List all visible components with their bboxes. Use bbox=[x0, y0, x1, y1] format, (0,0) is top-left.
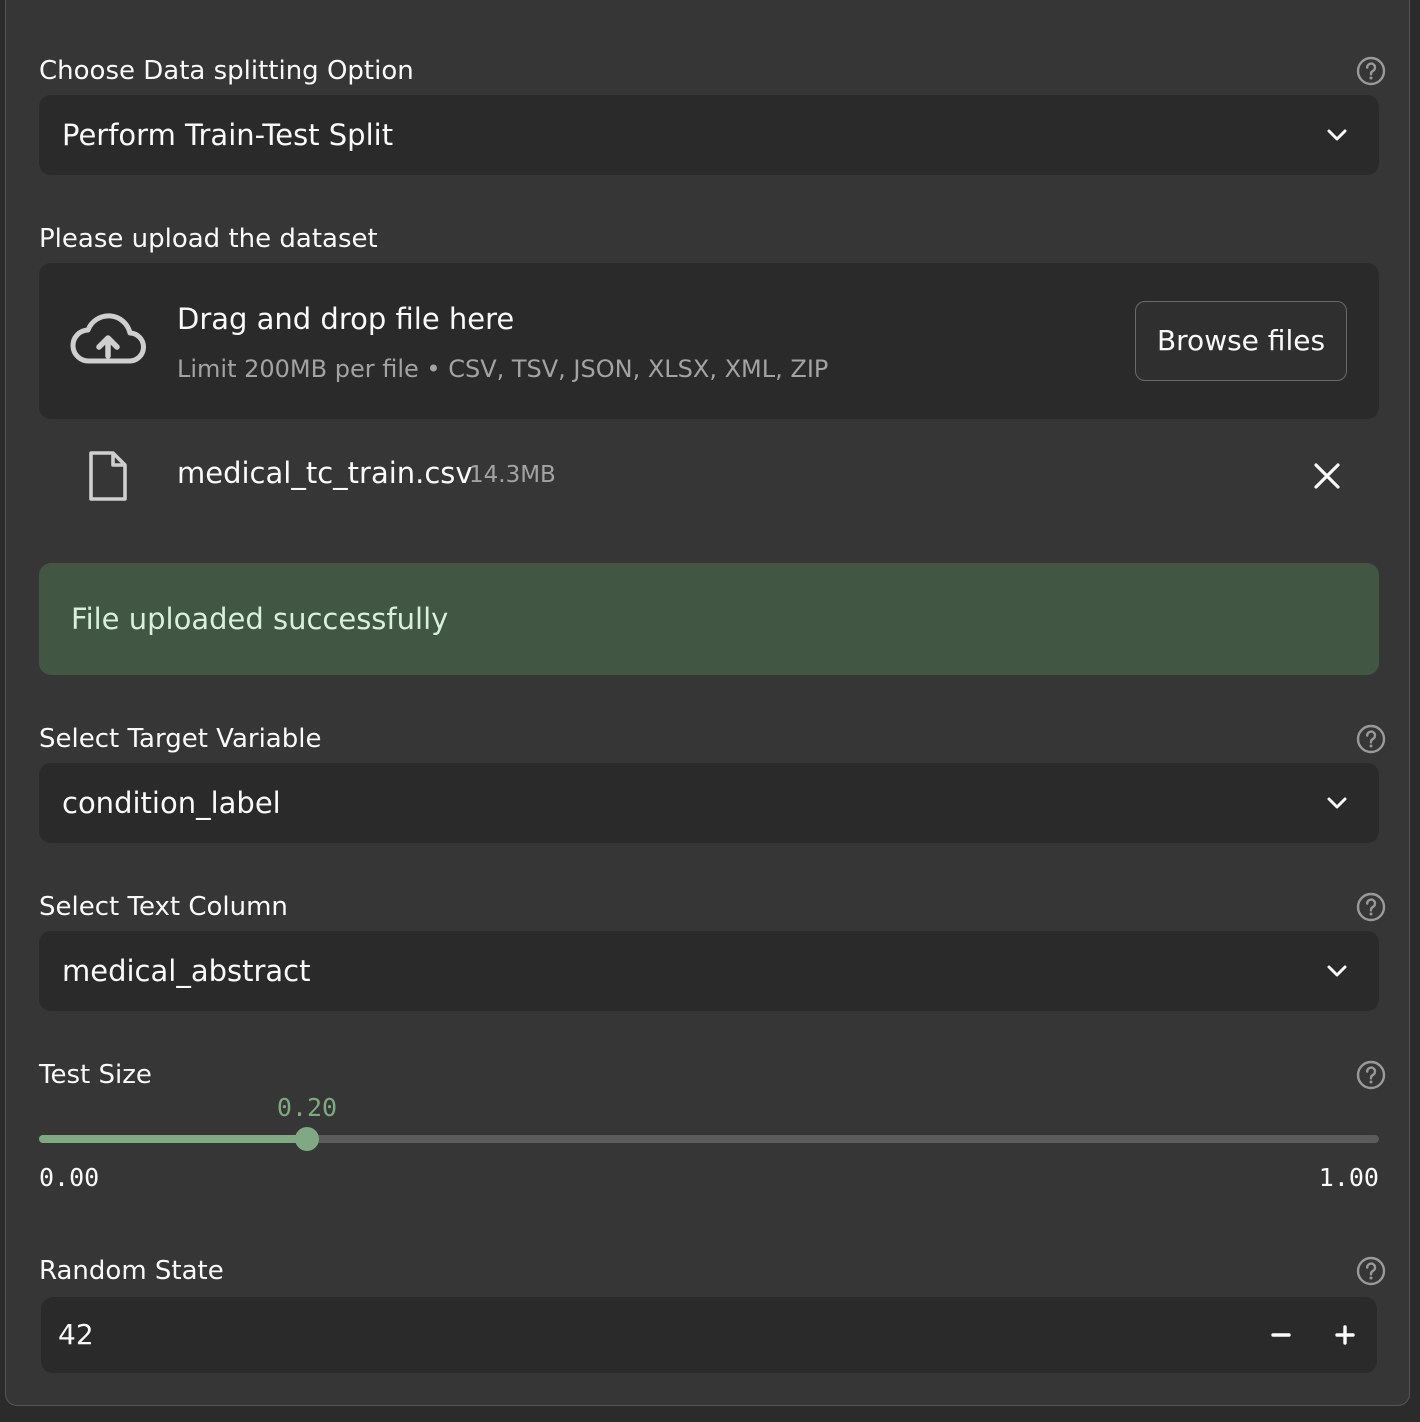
help-circle-icon[interactable] bbox=[1355, 55, 1387, 87]
slider-track-fill bbox=[39, 1135, 307, 1143]
browse-files-button[interactable]: Browse files bbox=[1135, 301, 1347, 381]
chevron-down-icon bbox=[1327, 965, 1347, 977]
split-option-label: Choose Data splitting Option bbox=[39, 56, 414, 86]
help-circle-icon[interactable] bbox=[1355, 891, 1387, 923]
uploaded-file-size: 14.3MB bbox=[469, 462, 556, 488]
file-icon bbox=[89, 451, 127, 501]
random-state-value[interactable]: 42 bbox=[58, 1297, 94, 1373]
upload-label: Please upload the dataset bbox=[39, 224, 378, 254]
minus-icon[interactable] bbox=[1261, 1315, 1301, 1355]
random-state-label-row: Random State bbox=[39, 1253, 1387, 1289]
text-column-select[interactable]: medical_abstract bbox=[39, 931, 1379, 1011]
close-icon[interactable] bbox=[1312, 461, 1342, 491]
text-column-value: medical_abstract bbox=[62, 954, 311, 988]
upload-success-text: File uploaded successfully bbox=[71, 602, 449, 636]
plus-icon[interactable] bbox=[1325, 1315, 1365, 1355]
test-size-value: 0.20 bbox=[276, 1093, 338, 1122]
form-panel: Choose Data splitting Option Perform Tra… bbox=[5, 0, 1410, 1406]
split-option-value: Perform Train-Test Split bbox=[62, 118, 394, 152]
file-dropzone[interactable]: Drag and drop file here Limit 200MB per … bbox=[39, 263, 1379, 419]
test-size-label-row: Test Size bbox=[39, 1057, 1387, 1093]
split-option-select[interactable]: Perform Train-Test Split bbox=[39, 95, 1379, 175]
dropzone-limits: Limit 200MB per file • CSV, TSV, JSON, X… bbox=[177, 355, 829, 383]
uploaded-file-row: medical_tc_train.csv 14.3MB bbox=[39, 441, 1379, 521]
dropzone-title: Drag and drop file here bbox=[177, 302, 515, 336]
chevron-down-icon bbox=[1327, 797, 1347, 809]
uploaded-file-name: medical_tc_train.csv bbox=[177, 456, 473, 490]
slider-min-label: 0.00 bbox=[39, 1163, 100, 1192]
test-size-label: Test Size bbox=[39, 1060, 152, 1090]
random-state-label: Random State bbox=[39, 1256, 224, 1286]
text-column-label: Select Text Column bbox=[39, 892, 288, 922]
slider-max-label: 1.00 bbox=[1318, 1163, 1379, 1192]
text-column-label-row: Select Text Column bbox=[39, 889, 1387, 925]
target-variable-value: condition_label bbox=[62, 786, 281, 820]
random-state-input[interactable]: 42 bbox=[41, 1297, 1377, 1373]
target-variable-label-row: Select Target Variable bbox=[39, 721, 1387, 757]
help-circle-icon[interactable] bbox=[1355, 1059, 1387, 1091]
test-size-slider[interactable]: 0.20 0.00 1.00 bbox=[39, 1091, 1379, 1201]
split-option-label-row: Choose Data splitting Option bbox=[39, 53, 1387, 89]
chevron-down-icon bbox=[1327, 129, 1347, 141]
target-variable-label: Select Target Variable bbox=[39, 724, 322, 754]
target-variable-select[interactable]: condition_label bbox=[39, 763, 1379, 843]
slider-track[interactable] bbox=[39, 1135, 1379, 1143]
slider-thumb[interactable] bbox=[295, 1127, 319, 1151]
upload-success-alert: File uploaded successfully bbox=[39, 563, 1379, 675]
help-circle-icon[interactable] bbox=[1355, 1255, 1387, 1287]
cloud-upload-icon bbox=[70, 313, 146, 364]
upload-label-row: Please upload the dataset bbox=[39, 221, 1387, 257]
help-circle-icon[interactable] bbox=[1355, 723, 1387, 755]
